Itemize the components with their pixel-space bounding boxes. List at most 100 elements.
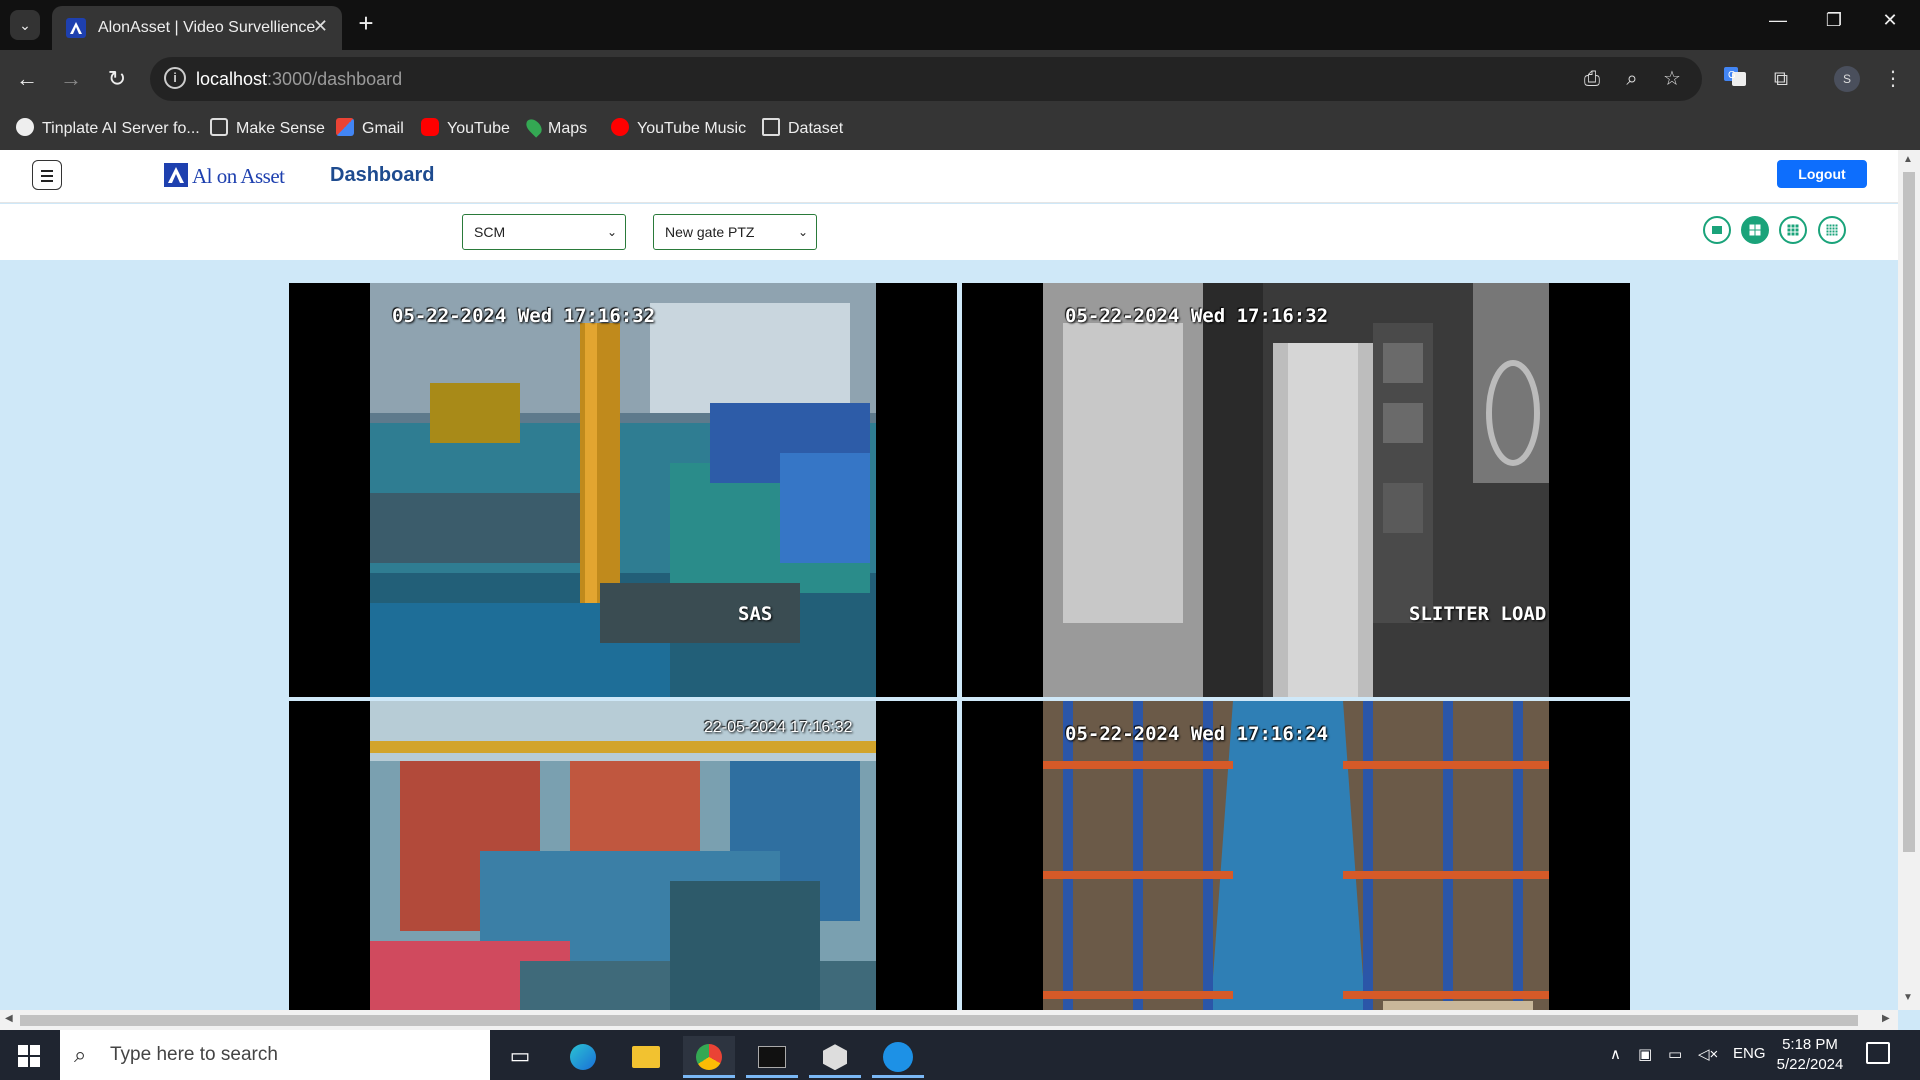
- notification-center-icon[interactable]: [1866, 1042, 1890, 1064]
- tab-search-button[interactable]: ⌄: [10, 10, 40, 40]
- folder-icon: [762, 118, 780, 136]
- new-tab-button[interactable]: +: [352, 10, 380, 38]
- taskbar-search-placeholder: Type here to search: [110, 1044, 278, 1065]
- camera-timestamp: 05-22-2024 Wed 17:16:32: [392, 305, 656, 327]
- tab-title: AlonAsset | Video Survellience: [98, 19, 316, 36]
- docker-icon[interactable]: [872, 1036, 924, 1078]
- scroll-up-arrow-icon[interactable]: ▲: [1903, 154, 1913, 165]
- restore-window-button[interactable]: ❐: [1814, 10, 1854, 31]
- logo-mark-icon: [164, 163, 188, 187]
- speaker-muted-icon[interactable]: ◁×: [1698, 1045, 1718, 1063]
- bookmark-tinplate[interactable]: Tinplate AI Server fo...: [16, 116, 200, 142]
- reload-icon[interactable]: ↻: [102, 64, 132, 94]
- extensions-puzzle-icon[interactable]: ⧉: [1766, 64, 1796, 94]
- search-icon: ⌕: [74, 1042, 87, 1067]
- bookmark-gmail[interactable]: Gmail: [336, 116, 404, 142]
- single-view-icon: [1712, 226, 1722, 234]
- close-tab-icon[interactable]: ✕: [313, 16, 328, 37]
- camera-grid: 05-22-2024 Wed 17:16:32 SAS 05-22-2024 W…: [0, 261, 1898, 1010]
- bookmark-label: YouTube Music: [637, 120, 747, 137]
- profile-avatar[interactable]: S: [1834, 66, 1860, 92]
- layout-2x2-button[interactable]: [1741, 216, 1769, 244]
- taskbar-clock[interactable]: 5:18 PM 5/22/2024: [1770, 1035, 1850, 1075]
- scroll-down-arrow-icon[interactable]: ▼: [1903, 992, 1913, 1003]
- page-title: Dashboard: [330, 164, 435, 186]
- url-text[interactable]: localhost:3000/dashboard: [196, 69, 402, 90]
- edge-browser-icon[interactable]: [557, 1036, 609, 1078]
- bookmark-star-icon[interactable]: ☆: [1660, 67, 1684, 91]
- globe-icon: [16, 118, 34, 136]
- scroll-right-arrow-icon[interactable]: ▶: [1882, 1013, 1890, 1024]
- bookmark-label: Maps: [548, 120, 588, 137]
- camera-select[interactable]: New gate PTZ ⌄: [653, 214, 817, 250]
- layout-3x3-button[interactable]: [1779, 216, 1807, 244]
- filter-bar: SCM ⌄ New gate PTZ ⌄: [0, 204, 1898, 260]
- grid-4x4-icon: [1826, 224, 1838, 236]
- menu-line-icon: [41, 175, 53, 177]
- task-view-icon[interactable]: ▭: [494, 1036, 546, 1078]
- layout-4x4-button[interactable]: [1818, 216, 1846, 244]
- grid-3x3-icon: [1787, 224, 1799, 236]
- security-tray-icon[interactable]: ▣: [1638, 1045, 1652, 1063]
- camera-feed-image: 05-22-2024 Wed 17:16:24: [1043, 701, 1549, 1010]
- camera-timestamp: 05-22-2024 Wed 17:16:24: [1065, 723, 1329, 745]
- make-sense-icon: [210, 118, 228, 136]
- grid-2x2-icon: [1749, 224, 1761, 236]
- security-app-icon[interactable]: [809, 1036, 861, 1078]
- network-icon[interactable]: ▭: [1668, 1045, 1682, 1063]
- bookmark-label: Tinplate AI Server fo...: [42, 120, 200, 137]
- browser-tab-active[interactable]: AlonAsset | Video Survellience ✕: [52, 6, 342, 50]
- logout-button[interactable]: Logout: [1777, 160, 1867, 188]
- windows-start-icon[interactable]: [18, 1045, 40, 1067]
- menu-line-icon: [41, 170, 53, 172]
- bookmark-make-sense[interactable]: Make Sense: [210, 116, 325, 142]
- url-host: localhost: [196, 69, 268, 89]
- show-hidden-icons-chevron-icon[interactable]: ∧: [1610, 1045, 1621, 1063]
- minimize-window-button[interactable]: —: [1758, 10, 1798, 31]
- bookmark-label: YouTube: [447, 120, 510, 137]
- translate-glyph-icon: G: [1724, 67, 1746, 86]
- install-app-icon[interactable]: ⎙: [1580, 67, 1604, 91]
- zoom-icon[interactable]: ⌕: [1620, 67, 1644, 91]
- camera-tile-1[interactable]: 05-22-2024 Wed 17:16:32 SAS: [289, 283, 957, 697]
- maps-icon: [523, 116, 545, 138]
- google-translate-icon[interactable]: G: [1720, 64, 1750, 94]
- racks-scene-image: [1043, 701, 1549, 1010]
- camera-tile-2[interactable]: 05-22-2024 Wed 17:16:32 SLITTER LOAD: [962, 283, 1630, 697]
- hamburger-menu-button[interactable]: [32, 160, 62, 190]
- logo-text: Al on Asset: [192, 164, 285, 188]
- bookmarks-bar: Tinplate AI Server fo... Make Sense Gmai…: [0, 108, 1920, 150]
- taskbar-search-box[interactable]: ⌕ Type here to search: [60, 1030, 490, 1080]
- camera-tile-3[interactable]: 22-05-2024 17:16:32: [289, 701, 957, 1010]
- vertical-scroll-thumb[interactable]: [1903, 172, 1915, 852]
- bookmark-youtube[interactable]: YouTube: [421, 116, 510, 142]
- terminal-icon[interactable]: [746, 1036, 798, 1078]
- vertical-scrollbar[interactable]: ▲ ▼: [1898, 150, 1920, 1010]
- gmail-icon: [336, 118, 354, 136]
- location-select[interactable]: SCM ⌄: [462, 214, 626, 250]
- close-window-button[interactable]: ✕: [1870, 10, 1910, 31]
- warehouse-scene-image: [370, 701, 876, 1010]
- camera-feed-image: 22-05-2024 17:16:32: [370, 701, 876, 1010]
- site-info-icon[interactable]: i: [164, 67, 186, 89]
- camera-timestamp: 22-05-2024 17:16:32: [704, 719, 853, 736]
- location-select-value: SCM: [474, 224, 506, 240]
- forward-arrow-icon[interactable]: →: [56, 64, 86, 94]
- back-arrow-icon[interactable]: ←: [12, 64, 42, 94]
- language-indicator[interactable]: ENG: [1733, 1045, 1766, 1062]
- bookmark-label: Gmail: [362, 120, 404, 137]
- camera-tile-4[interactable]: 05-22-2024 Wed 17:16:24: [962, 701, 1630, 1010]
- bookmark-label: Make Sense: [236, 120, 325, 137]
- chrome-icon[interactable]: [683, 1036, 735, 1078]
- bookmark-dataset[interactable]: Dataset: [762, 116, 843, 142]
- scroll-left-arrow-icon[interactable]: ◀: [5, 1013, 13, 1024]
- bookmark-maps[interactable]: Maps: [523, 116, 588, 142]
- bookmark-youtube-music[interactable]: YouTube Music: [611, 116, 746, 142]
- camera-feed-image: 05-22-2024 Wed 17:16:32 SLITTER LOAD: [1043, 283, 1549, 697]
- address-bar[interactable]: i localhost:3000/dashboard ⎙ ⌕ ☆: [150, 57, 1702, 101]
- file-explorer-icon[interactable]: [620, 1036, 672, 1078]
- layout-1x1-button[interactable]: [1703, 216, 1731, 244]
- horizontal-scrollbar[interactable]: ◀ ▶: [0, 1010, 1898, 1030]
- browser-menu-icon[interactable]: ⋮: [1878, 64, 1908, 94]
- horizontal-scroll-thumb[interactable]: [20, 1015, 1858, 1026]
